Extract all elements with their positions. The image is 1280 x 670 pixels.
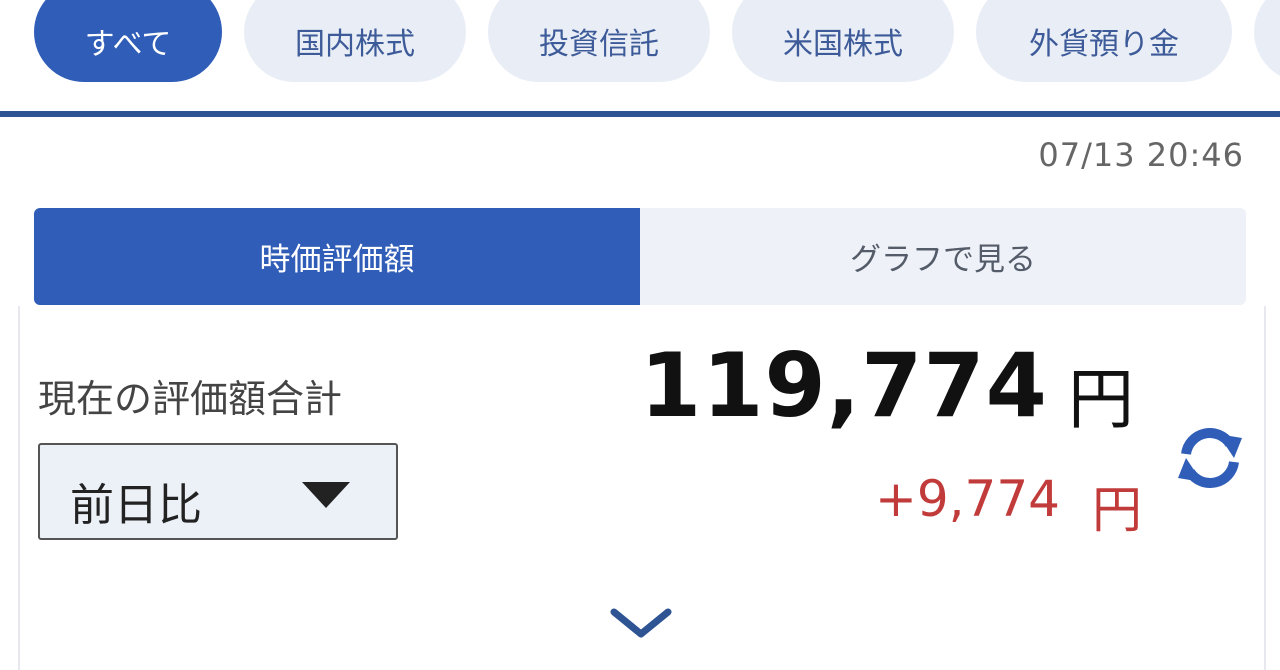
portfolio-page: すべて 国内株式 投資信託 米国株式 外貨預り金 07/13 20:46 時価評… bbox=[0, 0, 1280, 670]
category-tab-bar: すべて 国内株式 投資信託 米国株式 外貨預り金 bbox=[0, 0, 1280, 116]
total-valuation-label: 現在の評価額合計 bbox=[38, 377, 343, 421]
refresh-icon[interactable] bbox=[1176, 424, 1244, 492]
tab-view-graph[interactable]: グラフで見る bbox=[640, 208, 1246, 305]
chevron-down-icon[interactable] bbox=[610, 606, 672, 642]
triangle-down-icon bbox=[302, 482, 350, 508]
tab-investment-trusts[interactable]: 投資信託 bbox=[488, 0, 710, 82]
day-change-unit: 円 bbox=[1092, 481, 1142, 539]
tab-us-stocks[interactable]: 米国株式 bbox=[732, 0, 954, 82]
tab-domestic-stocks[interactable]: 国内株式 bbox=[244, 0, 466, 82]
day-change-value: +9,774 bbox=[874, 470, 1060, 528]
view-switcher: 時価評価額 グラフで見る bbox=[34, 208, 1246, 305]
tab-all[interactable]: すべて bbox=[34, 0, 222, 82]
total-valuation-value: 119,774 bbox=[640, 334, 1048, 437]
tab-bar-divider bbox=[0, 111, 1280, 117]
compare-period-value: 前日比 bbox=[70, 480, 202, 531]
tab-foreign-currency-deposits[interactable]: 外貨預り金 bbox=[976, 0, 1232, 82]
tab-market-value[interactable]: 時価評価額 bbox=[34, 208, 640, 305]
total-valuation-unit: 円 bbox=[1068, 361, 1134, 438]
updated-timestamp: 07/13 20:46 bbox=[1038, 136, 1244, 174]
compare-period-select[interactable]: 前日比 bbox=[38, 443, 398, 540]
tab-more-partial[interactable] bbox=[1254, 0, 1280, 82]
